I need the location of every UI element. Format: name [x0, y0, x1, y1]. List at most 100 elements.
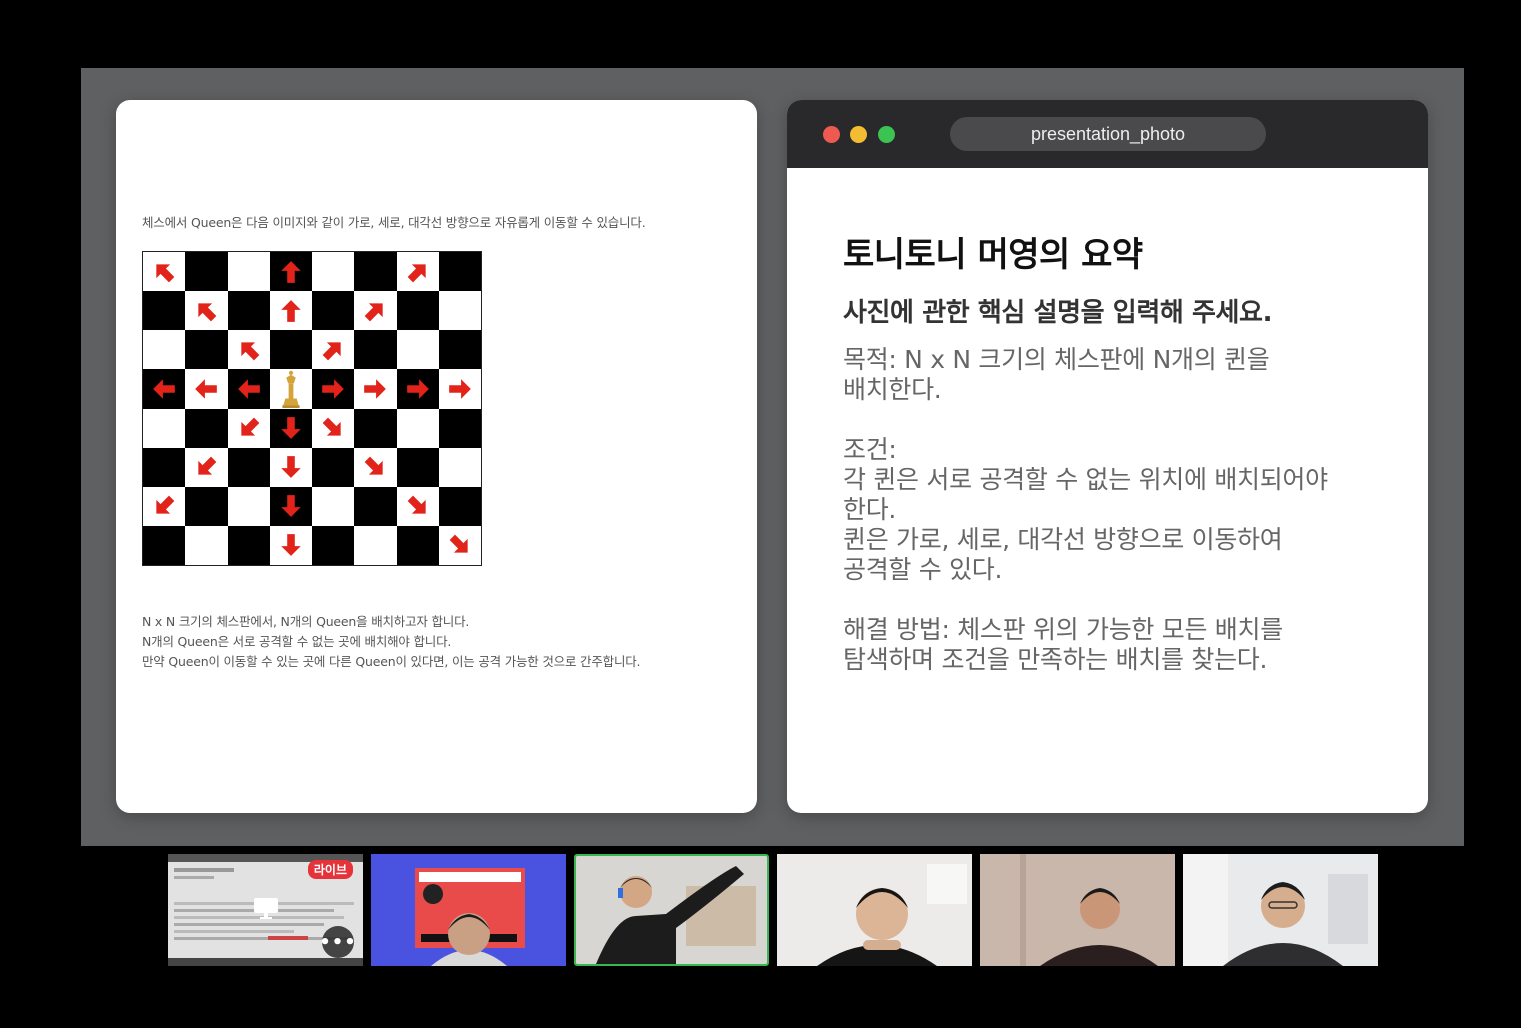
board-square: [143, 408, 186, 448]
minimize-window-button[interactable]: [850, 126, 867, 143]
board-square: [185, 330, 228, 370]
board-square: [312, 330, 355, 370]
arrow-nw-icon: [240, 342, 259, 361]
board-square: [354, 408, 397, 448]
arrow-w-icon: [195, 379, 218, 399]
board-square: [227, 486, 270, 526]
participant-tile-6[interactable]: [1183, 854, 1378, 966]
board-square: [312, 291, 355, 331]
arrow-e-icon: [406, 379, 429, 399]
participant-strip: 라이브 •••: [0, 854, 1521, 966]
arrow-sw-icon: [198, 456, 217, 475]
arrow-s-icon: [281, 456, 301, 479]
board-square: [312, 486, 355, 526]
slide-title: 토니토니 머영의 요약: [843, 235, 1143, 275]
note-line: 만약 Queen이 이동할 수 있는 곳에 다른 Queen이 있다면, 이는 …: [142, 654, 641, 669]
board-square: [227, 525, 270, 565]
board-square: [312, 408, 355, 448]
arrow-nw-icon: [156, 263, 175, 282]
left-slide: 체스에서 Queen은 다음 이미지와 같이 가로, 세로, 대각선 방향으로 …: [116, 100, 757, 813]
board-square: [185, 369, 228, 409]
board-square: [269, 525, 312, 565]
board-square: [143, 330, 186, 370]
board-square: [227, 291, 270, 331]
participant-video: [777, 854, 972, 966]
board-square: [185, 291, 228, 331]
arrow-s-icon: [281, 495, 301, 518]
slide-intro-text: 체스에서 Queen은 다음 이미지와 같이 가로, 세로, 대각선 방향으로 …: [142, 215, 646, 230]
arrow-w-icon: [237, 379, 260, 399]
board-square: [354, 252, 397, 292]
arrow-e-icon: [322, 379, 344, 399]
arrow-sw-icon: [156, 495, 175, 514]
board-square: [438, 525, 481, 565]
board-square: [227, 369, 270, 409]
body-line: 해결 방법: 체스판 위의 가능한 모든 배치를: [843, 615, 1283, 644]
participant-video: [576, 856, 767, 964]
board-square: [227, 252, 270, 292]
arrow-n-icon: [281, 299, 301, 322]
participant-tile-active-speaker[interactable]: [574, 854, 769, 966]
window-titlebar: presentation_photo: [787, 100, 1428, 168]
board-square: [438, 486, 481, 526]
board-square: [143, 525, 186, 565]
body-line: 한다.: [843, 495, 897, 524]
participant-video: [371, 854, 566, 966]
arrow-e-icon: [364, 379, 387, 399]
window-title: presentation_photo: [950, 117, 1266, 151]
board-square: [396, 408, 439, 448]
board-square: [396, 252, 439, 292]
arrow-w-icon: [153, 379, 175, 399]
board-square: [185, 252, 228, 292]
participant-tile-4[interactable]: [777, 854, 972, 966]
board-square: [312, 447, 355, 487]
board-square: [269, 252, 312, 292]
body-line: 퀸은 가로, 세로, 대각선 방향으로 이동하여: [843, 525, 1283, 554]
participant-video: [1183, 854, 1378, 966]
arrow-s-icon: [281, 417, 301, 439]
board-square: [396, 525, 439, 565]
participant-tile-screen-share[interactable]: 라이브 •••: [168, 854, 363, 966]
board-square: [396, 369, 439, 409]
board-square: [396, 486, 439, 526]
close-window-button[interactable]: [823, 126, 840, 143]
body-line: 조건:: [843, 435, 897, 464]
board-square: [143, 486, 186, 526]
board-square: [438, 330, 481, 370]
slide-body: 목적: N x N 크기의 체스판에 N개의 퀸을 배치한다. 조건: 각 퀸은 서로…: [843, 345, 1328, 675]
chess-board: [142, 251, 482, 566]
board-square: [438, 252, 481, 292]
board-square: [269, 369, 312, 409]
board-square: [354, 369, 397, 409]
body-line: 탐색하며 조건을 만족하는 배치를 찾는다.: [843, 645, 1268, 674]
board-square: [185, 525, 228, 565]
participant-tile-5[interactable]: [980, 854, 1175, 966]
body-line: 각 퀸은 서로 공격할 수 없는 위치에 배치되어야: [843, 465, 1328, 494]
monitor-icon: [254, 898, 278, 919]
participant-tile-2[interactable]: [371, 854, 566, 966]
note-line: N x N 크기의 체스판에서, N개의 Queen을 배치하고자 합니다.: [142, 614, 470, 629]
board-square: [143, 447, 186, 487]
arrow-se-icon: [407, 495, 426, 514]
arrow-se-icon: [449, 535, 468, 554]
board-square: [143, 252, 186, 292]
arrow-nw-icon: [198, 303, 217, 322]
board-square: [269, 408, 312, 448]
board-square: [396, 447, 439, 487]
arrow-se-icon: [322, 417, 341, 436]
right-slide-window: presentation_photo 토니토니 머영의 요약 사진에 관한 핵심…: [787, 100, 1428, 813]
participant-video: [980, 854, 1175, 966]
maximize-window-button[interactable]: [878, 126, 895, 143]
board-square: [227, 408, 270, 448]
board-square: [227, 447, 270, 487]
more-options-button[interactable]: •••: [319, 926, 356, 958]
arrow-se-icon: [365, 456, 384, 475]
arrow-sw-icon: [240, 417, 259, 436]
queen-icon: [282, 370, 300, 408]
board-square: [354, 330, 397, 370]
board-square: [312, 369, 355, 409]
board-square: [312, 252, 355, 292]
board-square: [354, 525, 397, 565]
board-square: [438, 447, 481, 487]
